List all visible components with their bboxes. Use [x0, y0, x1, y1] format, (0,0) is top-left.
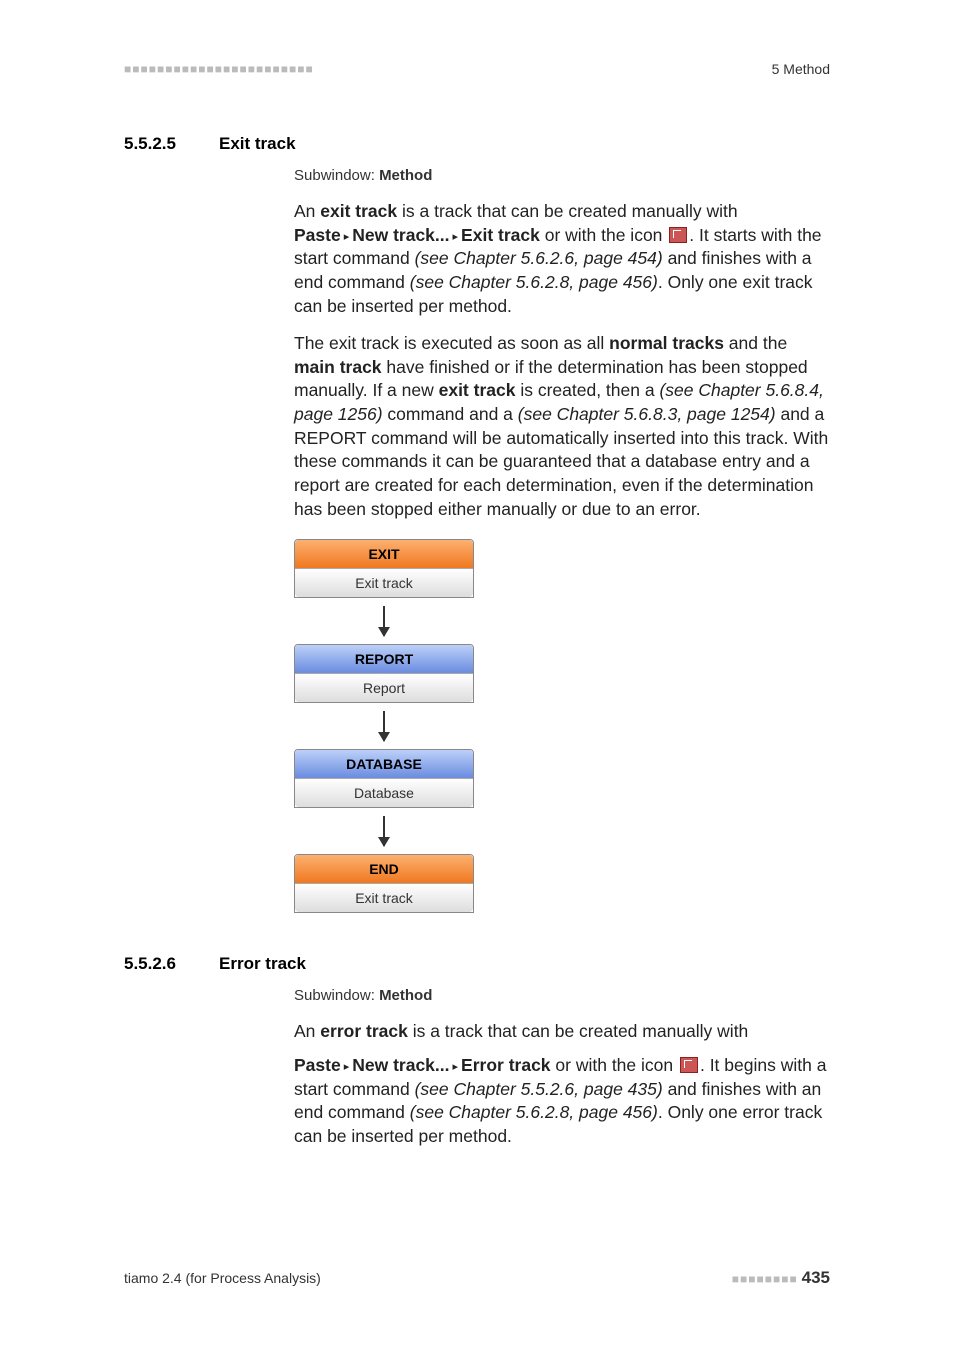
- cross-ref: (see Chapter 5.6.8.3, page 1254): [518, 404, 776, 424]
- text: and the: [724, 333, 787, 353]
- diagram-block-exit: EXIT Exit track: [294, 539, 474, 598]
- section-title: Exit track: [219, 133, 296, 156]
- section-title: Error track: [219, 953, 306, 976]
- error-track-icon: [680, 1057, 698, 1073]
- text: is created, then a: [515, 380, 659, 400]
- subwindow-label: Subwindow:: [294, 987, 375, 1004]
- subwindow-value: Method: [379, 987, 432, 1004]
- term-normal-tracks: normal tracks: [609, 333, 724, 353]
- section-number: 5.5.2.6: [124, 953, 219, 976]
- paragraph: An error track is a track that can be cr…: [294, 1020, 830, 1044]
- menu-paste: Paste: [294, 225, 341, 245]
- diagram-block-report: REPORT Report: [294, 644, 474, 703]
- subwindow-value: Method: [379, 167, 432, 184]
- term-exit-track: exit track: [439, 380, 516, 400]
- menu-new-track: New track...: [352, 225, 449, 245]
- subwindow-label: Subwindow:: [294, 167, 375, 184]
- menu-new-track: New track...: [352, 1055, 449, 1075]
- text: is a track that can be created manually …: [397, 201, 737, 221]
- block-body: Report: [295, 674, 473, 702]
- cross-ref: (see Chapter 5.6.2.6, page 454): [415, 248, 663, 268]
- chevron-right-icon: ▸: [450, 231, 462, 243]
- block-head: DATABASE: [295, 750, 473, 779]
- chevron-right-icon: ▸: [341, 1061, 353, 1073]
- diagram-arrow: [294, 598, 474, 644]
- diagram-block-database: DATABASE Database: [294, 749, 474, 808]
- cross-ref: (see Chapter 5.6.2.8, page 456): [410, 272, 658, 292]
- page-number: 435: [802, 1268, 830, 1287]
- paragraph: The exit track is executed as soon as al…: [294, 332, 830, 521]
- text: The exit track is executed as soon as al…: [294, 333, 609, 353]
- block-body: Exit track: [295, 884, 473, 912]
- term-exit-track: exit track: [320, 201, 397, 221]
- exit-track-icon: [669, 227, 687, 243]
- block-head: REPORT: [295, 645, 473, 674]
- cross-ref: (see Chapter 5.5.2.6, page 435): [415, 1079, 663, 1099]
- paragraph: Paste▸New track...▸Error track or with t…: [294, 1054, 830, 1149]
- text: An: [294, 1021, 320, 1041]
- header-dots: ■■■■■■■■■■■■■■■■■■■■■■■: [124, 61, 314, 77]
- text: An: [294, 201, 320, 221]
- term-main-track: main track: [294, 357, 382, 377]
- block-head: EXIT: [295, 540, 473, 569]
- cross-ref: (see Chapter 5.6.2.8, page 456): [410, 1102, 658, 1122]
- block-head: END: [295, 855, 473, 884]
- header-chapter: 5 Method: [772, 60, 830, 79]
- footer-product: tiamo 2.4 (for Process Analysis): [124, 1269, 321, 1288]
- paragraph: An exit track is a track that can be cre…: [294, 200, 830, 318]
- block-body: Exit track: [295, 569, 473, 597]
- block-body: Database: [295, 779, 473, 807]
- menu-paste: Paste: [294, 1055, 341, 1075]
- exit-track-diagram: EXIT Exit track REPORT Report DATABASE D…: [294, 539, 474, 913]
- menu-error-track: Error track: [461, 1055, 551, 1075]
- text: is a track that can be created manually …: [408, 1021, 748, 1041]
- subwindow-line: Subwindow: Method: [294, 986, 830, 1006]
- diagram-arrow: [294, 703, 474, 749]
- diagram-arrow: [294, 808, 474, 854]
- section-number: 5.5.2.5: [124, 133, 219, 156]
- term-error-track: error track: [320, 1021, 408, 1041]
- chevron-right-icon: ▸: [450, 1061, 462, 1073]
- chevron-right-icon: ▸: [341, 231, 353, 243]
- text: command and a: [383, 404, 518, 424]
- text: or with the icon: [540, 225, 667, 245]
- subwindow-line: Subwindow: Method: [294, 166, 830, 186]
- footer-right: ■■■■■■■■ 435: [732, 1267, 830, 1290]
- diagram-block-end: END Exit track: [294, 854, 474, 913]
- text: or with the icon: [551, 1055, 678, 1075]
- menu-exit-track: Exit track: [461, 225, 540, 245]
- footer-dots: ■■■■■■■■: [732, 1272, 798, 1286]
